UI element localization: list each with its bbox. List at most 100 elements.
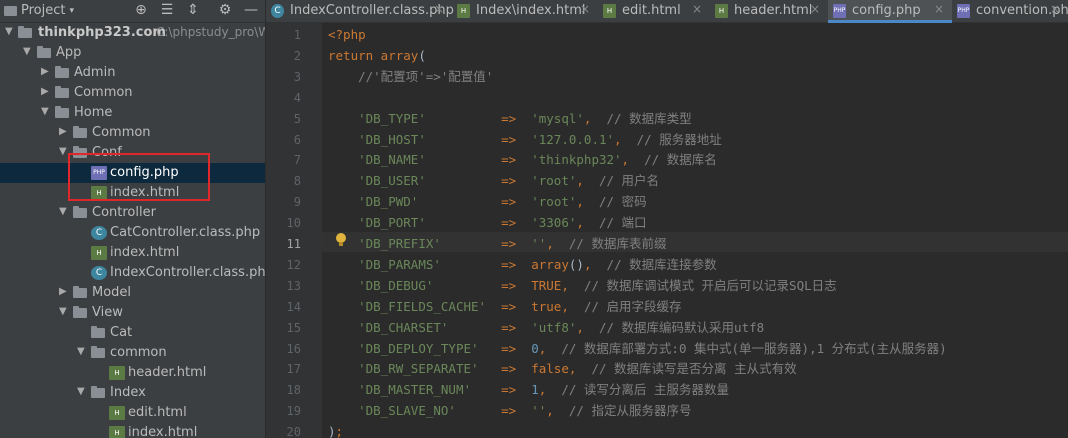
chevron-right-icon[interactable]: ▶ xyxy=(59,286,69,297)
close-icon[interactable]: × xyxy=(810,2,820,16)
project-panel-header: Project ▾ ⊕ ☰ ⇕ ⚙ — xyxy=(0,0,265,23)
tree-root[interactable]: ▼ thinkphp323.com C:\phpstudy_pro\W xyxy=(0,23,265,43)
close-icon[interactable]: × xyxy=(1050,2,1060,16)
tree-item-label: common xyxy=(110,345,167,360)
tab-indexcontroller-class-php[interactable]: C IndexController.class.php × xyxy=(266,0,454,22)
code-comment: // 数据库调试模式 开启后可以记录SQL日志 xyxy=(583,277,837,293)
code-comment: // 端口 xyxy=(598,215,647,231)
tree-file[interactable]: Hedit.html xyxy=(0,403,265,423)
code-line: 'DB_PWD' => 'root', // 密码 xyxy=(358,194,647,210)
project-view-selector[interactable]: Project ▾ xyxy=(4,3,74,18)
chevron-down-icon[interactable]: ▼ xyxy=(59,206,69,217)
tab-header-html[interactable]: Hheader.html × xyxy=(710,0,828,22)
php-class-icon: C xyxy=(91,266,107,280)
chevron-right-icon[interactable]: ▶ xyxy=(59,126,69,137)
gear-icon[interactable]: ⚙ xyxy=(217,2,233,18)
code-value: false, xyxy=(531,361,577,377)
code-line: <?php xyxy=(328,25,366,45)
target-icon[interactable]: ⊕ xyxy=(133,2,149,18)
hide-icon[interactable]: — xyxy=(243,2,259,18)
tree-folder[interactable]: ▼ Index xyxy=(0,383,265,403)
tree-folder[interactable]: ▼ App xyxy=(0,43,265,63)
tree-file[interactable]: C CatController.class.php xyxy=(0,223,265,243)
code-line: 'DB_USER' => 'root', // 用户名 xyxy=(358,173,660,189)
chevron-down-icon[interactable]: ▼ xyxy=(5,26,15,37)
tree-file[interactable]: Hheader.html xyxy=(0,363,265,383)
code-key: 'DB_DEPLOY_TYPE' xyxy=(358,340,479,356)
code-comment: // 数据库名 xyxy=(644,152,717,168)
folder-icon xyxy=(4,5,17,16)
close-icon[interactable]: × xyxy=(434,2,444,16)
folder-icon xyxy=(91,346,105,358)
code-key: 'DB_NAME' xyxy=(358,152,426,168)
code-comment: // 读写分离后 主服务器数量 xyxy=(561,382,729,398)
code-value: TRUE, xyxy=(531,277,569,293)
tree-folder[interactable]: ▼ View xyxy=(0,303,265,323)
folder-icon xyxy=(55,86,69,98)
tree-folder[interactable]: ▼ Controller xyxy=(0,203,265,223)
tab-edit-html[interactable]: Hedit.html × xyxy=(598,0,710,22)
collapse-icon[interactable]: ⇕ xyxy=(185,2,201,18)
tree-item-label: Common xyxy=(92,125,151,140)
chevron-down-icon[interactable]: ▼ xyxy=(77,386,87,397)
line-number: 17 xyxy=(286,362,301,377)
tree-file[interactable]: Hindex.html xyxy=(0,243,265,263)
line-number: 8 xyxy=(293,174,301,189)
php-open-tag: <?php xyxy=(328,27,366,42)
close-icon[interactable]: × xyxy=(692,2,702,16)
code-comment: // 用户名 xyxy=(598,173,660,189)
tab-label: Index\index.html xyxy=(476,3,586,18)
project-panel: Project ▾ ⊕ ☰ ⇕ ⚙ — ▼ thinkphp323.com C:… xyxy=(0,0,265,438)
tree-item-label: Controller xyxy=(92,205,156,220)
chevron-right-icon[interactable]: ▶ xyxy=(41,86,51,97)
tree-file[interactable]: Hindex.html xyxy=(0,423,265,438)
code-comment: // 服务器地址 xyxy=(636,131,722,147)
code-line: 'DB_DEBUG' => TRUE, // 数据库调试模式 开启后可以记录SQ… xyxy=(358,277,837,293)
folder-icon xyxy=(55,106,69,118)
code-line: 'DB_CHARSET' => 'utf8', // 数据库编码默认采用utf8 xyxy=(358,319,765,335)
close-icon[interactable]: × xyxy=(934,2,944,16)
tree-folder[interactable]: ▶ Model xyxy=(0,283,265,303)
highlight-annotation-box xyxy=(68,153,210,201)
code-key: 'DB_SLAVE_NO' xyxy=(358,403,456,419)
code-line: 'DB_FIELDS_CACHE' => true, // 启用字段缓存 xyxy=(358,298,682,314)
line-number-gutter: 1 2 3 4 5 6 7 8 9 10 11 12 13 14 15 16 17 18 19 20 xyxy=(266,23,322,438)
line-number: 14 xyxy=(286,299,301,314)
code-line: 'DB_PREFIX' => '', // 数据库表前缀 xyxy=(358,236,667,251)
close-icon[interactable]: × xyxy=(580,2,590,16)
code-editor[interactable]: <?php return array( //'配置项'=>'配置值' 'DB_TY… xyxy=(322,23,1068,438)
code-key: 'DB_TYPE' xyxy=(358,110,426,126)
tree-item-label: View xyxy=(92,305,123,320)
tree-folder[interactable]: ▶ Common xyxy=(0,123,265,143)
tree-folder[interactable]: ▶ Common xyxy=(0,83,265,103)
tree-file[interactable]: C IndexController.class.php xyxy=(0,263,265,283)
html-file-icon: H xyxy=(603,4,616,18)
tab-config-php[interactable]: PHP config.php × xyxy=(828,0,952,23)
code-key: 'DB_FIELDS_CACHE' xyxy=(358,298,487,314)
code-comment: // 数据库连接参数 xyxy=(606,256,717,272)
line-number: 9 xyxy=(293,195,301,210)
tree-folder[interactable]: ▶ Admin xyxy=(0,63,265,83)
code-line: ); xyxy=(328,424,344,438)
tree-folder[interactable]: ▼ common xyxy=(0,343,265,363)
tree-folder[interactable]: ▼ Home xyxy=(0,103,265,123)
tree-item-label: Index xyxy=(110,385,146,400)
code-key: 'DB_PREFIX' xyxy=(358,236,441,251)
line-number: 20 xyxy=(286,425,301,438)
lightbulb-icon[interactable] xyxy=(336,233,346,246)
folder-icon xyxy=(18,26,32,38)
tree-folder[interactable]: Cat xyxy=(0,323,265,343)
html-file-icon: H xyxy=(109,426,125,438)
chevron-down-icon[interactable]: ▼ xyxy=(77,346,87,357)
html-file-icon: H xyxy=(109,366,125,380)
align-icon[interactable]: ☰ xyxy=(159,2,175,18)
chevron-down-icon[interactable]: ▼ xyxy=(59,306,69,317)
tree-item-label: Model xyxy=(92,285,132,300)
chevron-down-icon[interactable]: ▼ xyxy=(23,46,33,57)
chevron-right-icon[interactable]: ▶ xyxy=(41,66,51,77)
tab-index-index-html[interactable]: H Index\index.html × xyxy=(452,0,598,22)
chevron-down-icon[interactable]: ▼ xyxy=(41,106,51,117)
tree-item-label: header.html xyxy=(128,365,207,380)
tab-convention-php[interactable]: PHP convention.php × xyxy=(952,0,1068,22)
php-class-icon: C xyxy=(271,4,284,18)
